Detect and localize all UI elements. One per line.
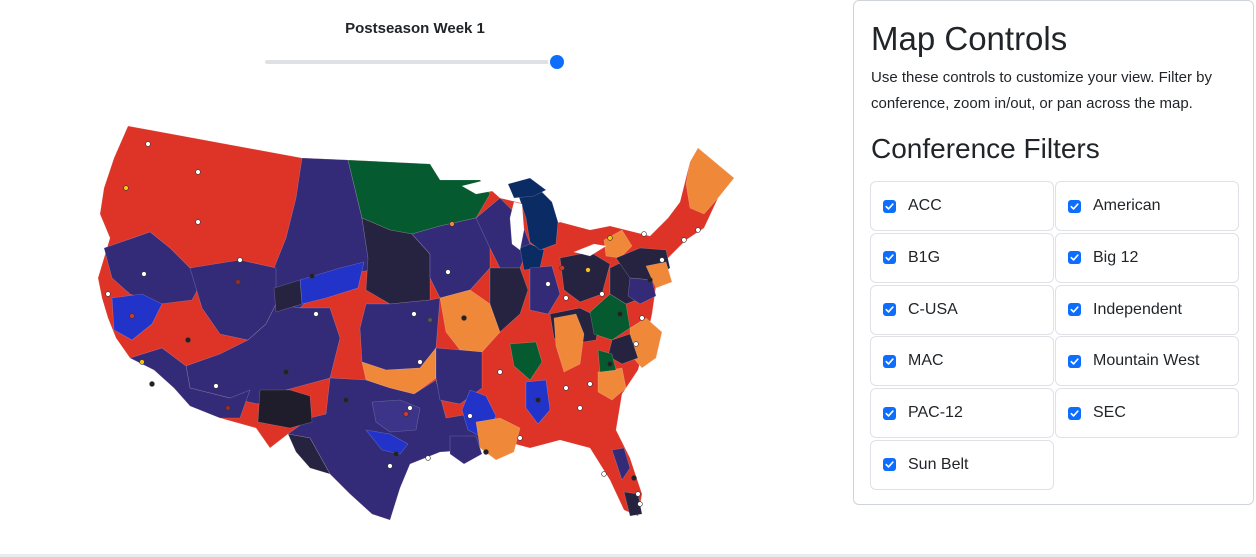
conference-filter-big-12[interactable]: Big 12 <box>1055 232 1239 283</box>
conference-filters-title: Conference Filters <box>871 133 1100 164</box>
filter-label: B1G <box>908 248 941 266</box>
filter-label: SEC <box>1093 404 1126 422</box>
week-label: Postseason Week 1 <box>345 20 485 37</box>
conference-filter-american[interactable]: American <box>1055 181 1239 231</box>
checkbox[interactable] <box>883 199 896 213</box>
checkbox[interactable] <box>1068 354 1081 368</box>
filter-label: C-USA <box>908 300 958 318</box>
map-canvas[interactable] <box>90 118 750 528</box>
conference-filter-independent[interactable]: Independent <box>1055 284 1239 335</box>
checkbox[interactable] <box>1068 406 1081 420</box>
conference-filter-sun-belt[interactable]: Sun Belt <box>870 439 1054 490</box>
conference-filter-mountain-west[interactable]: Mountain West <box>1055 336 1239 387</box>
checkbox[interactable] <box>883 354 896 368</box>
checkbox[interactable] <box>1068 303 1081 317</box>
week-slider-track[interactable] <box>265 60 565 64</box>
checkbox[interactable] <box>883 251 896 265</box>
map-controls-panel: Map Controls Use these controls to custo… <box>853 0 1254 505</box>
panel-title: Map Controls <box>871 20 1068 57</box>
panel-description: Use these controls to customize your vie… <box>871 69 1212 112</box>
check-icon <box>1070 409 1079 417</box>
conference-filter-acc[interactable]: ACC <box>870 181 1054 231</box>
conference-filter-pac-12[interactable]: PAC-12 <box>870 388 1054 439</box>
filter-label: MAC <box>908 352 944 370</box>
conference-filter-b1g[interactable]: B1G <box>870 232 1054 283</box>
checkbox[interactable] <box>883 303 896 317</box>
filter-label: Mountain West <box>1093 352 1200 370</box>
conference-filter-sec[interactable]: SEC <box>1055 388 1239 439</box>
map-region-gulf-navy[interactable] <box>449 435 483 465</box>
filter-label: Big 12 <box>1093 248 1139 266</box>
check-icon <box>1070 358 1079 365</box>
filter-label: Independent <box>1093 300 1182 318</box>
filter-label: ACC <box>908 197 942 214</box>
filter-label: PAC-12 <box>908 404 963 422</box>
checkbox[interactable] <box>1068 251 1081 265</box>
week-slider-thumb[interactable] <box>550 55 564 69</box>
week-slider[interactable] <box>265 54 565 70</box>
check-icon <box>885 306 894 313</box>
checkbox[interactable] <box>883 406 896 420</box>
check-icon <box>885 461 894 469</box>
check-icon <box>1070 202 1079 210</box>
check-icon <box>1070 254 1079 262</box>
conference-filter-mac[interactable]: MAC <box>870 336 1054 387</box>
map-region-new-england-orange[interactable] <box>685 147 735 215</box>
conference-filter-c-usa[interactable]: C-USA <box>870 284 1054 335</box>
check-icon <box>885 202 894 210</box>
map-region-west-texas-dark[interactable] <box>257 389 313 429</box>
checkbox[interactable] <box>883 458 896 472</box>
filter-label: American <box>1093 197 1161 214</box>
check-icon <box>885 409 894 417</box>
check-icon <box>1070 306 1079 313</box>
check-icon <box>885 254 894 262</box>
conference-filter-list: ACC American B1G Big 12 C-USA Independent MAC M… <box>870 181 1240 492</box>
checkbox[interactable] <box>1068 199 1081 213</box>
us-territory-map[interactable] <box>90 118 750 528</box>
check-icon <box>885 358 894 365</box>
filter-label: Sun Belt <box>908 455 969 473</box>
